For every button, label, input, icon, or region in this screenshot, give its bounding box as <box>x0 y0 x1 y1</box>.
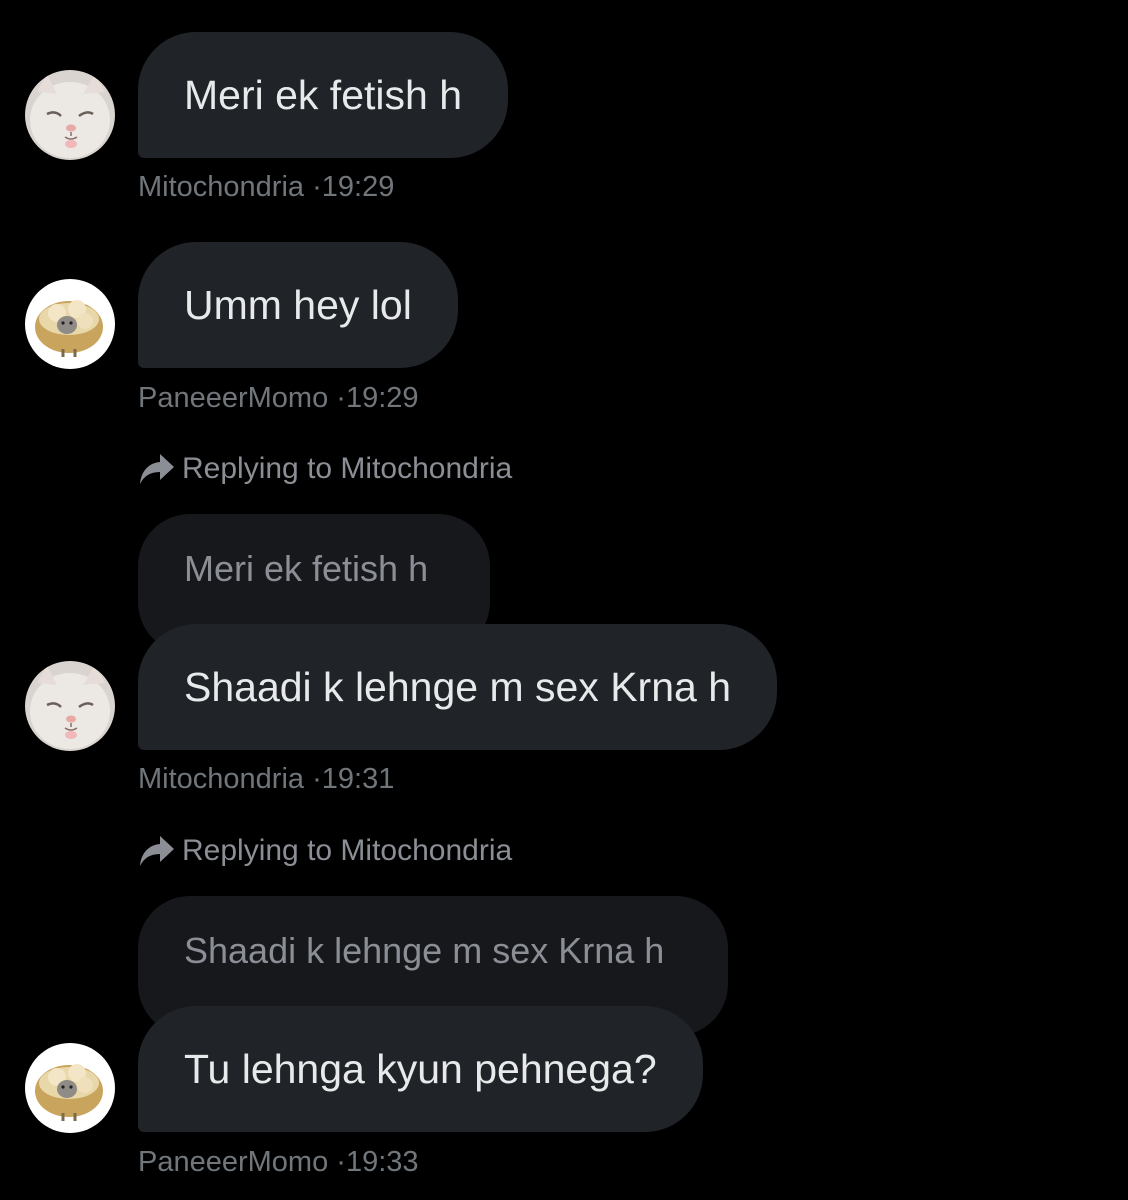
author-name[interactable]: PaneeerMomo <box>138 1146 328 1178</box>
message-time: 19:31 <box>321 763 395 795</box>
message-time: 19:33 <box>345 1146 419 1178</box>
author-name[interactable]: Mitochondria <box>138 171 304 203</box>
message-bubble[interactable]: Shaadi k lehnge m sex Krna h <box>138 624 777 750</box>
message-meta: PaneeerMomo ·19:33 <box>138 1146 419 1179</box>
message-time: 19:29 <box>321 171 395 203</box>
reply-arrow-icon <box>140 454 174 484</box>
quoted-text: Shaadi k lehnge m sex Krna h <box>184 930 665 971</box>
meta-separator: · <box>336 382 346 414</box>
cat-face-icon <box>25 661 115 751</box>
message-meta: PaneeerMomo ·19:29 <box>138 382 419 415</box>
message-bubble[interactable]: Tu lehnga kyun pehnega? <box>138 1006 703 1132</box>
replying-to-label[interactable]: Replying to Mitochondria <box>138 452 512 486</box>
message-meta: Mitochondria ·19:31 <box>138 763 394 796</box>
momo-avatar[interactable] <box>25 1043 115 1133</box>
momo-avatar[interactable] <box>25 279 115 369</box>
meta-separator: · <box>312 763 322 795</box>
message-text: Shaadi k lehnge m sex Krna h <box>184 663 731 710</box>
message-bubble[interactable]: Umm hey lol <box>138 242 458 368</box>
message-time: 19:29 <box>345 382 419 414</box>
message-text: Meri ek fetish h <box>184 71 462 118</box>
message-text: Umm hey lol <box>184 281 412 328</box>
replying-to-label[interactable]: Replying to Mitochondria <box>138 834 512 868</box>
message-text: Tu lehnga kyun pehnega? <box>184 1045 657 1092</box>
author-name[interactable]: Mitochondria <box>138 763 304 795</box>
quoted-text: Meri ek fetish h <box>184 548 429 589</box>
cat-avatar[interactable] <box>25 70 115 160</box>
message-bubble[interactable]: Meri ek fetish h <box>138 32 508 158</box>
reply-label-text: Replying to Mitochondria <box>182 452 513 485</box>
meta-separator: · <box>336 1146 346 1178</box>
momo-basket-icon <box>25 1043 115 1133</box>
cat-face-icon <box>25 70 115 160</box>
cat-avatar[interactable] <box>25 661 115 751</box>
meta-separator: · <box>312 171 322 203</box>
message-meta: Mitochondria ·19:29 <box>138 171 394 204</box>
author-name[interactable]: PaneeerMomo <box>138 382 328 414</box>
reply-arrow-icon <box>140 836 174 866</box>
reply-label-text: Replying to Mitochondria <box>182 834 513 867</box>
momo-basket-icon <box>25 279 115 369</box>
